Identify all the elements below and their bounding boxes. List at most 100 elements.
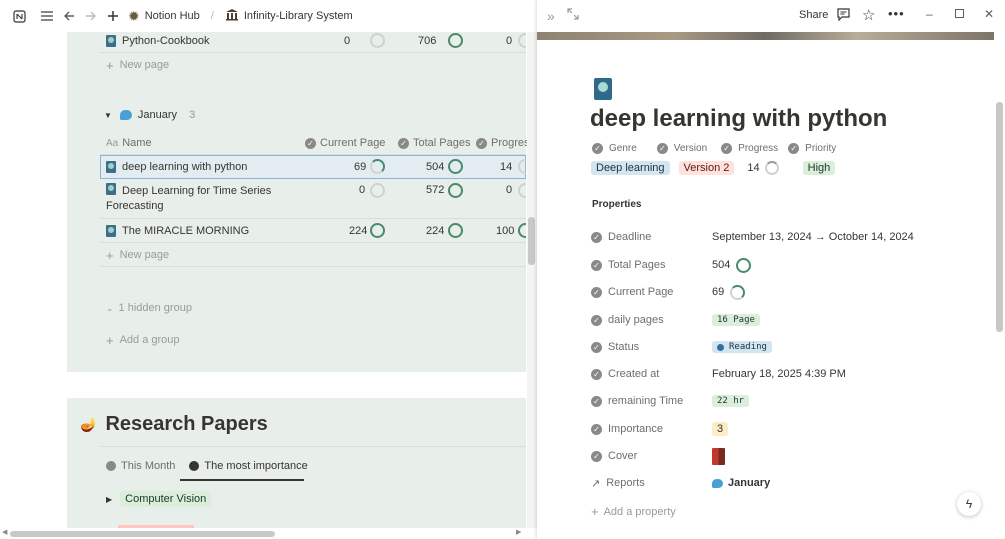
add-group-button[interactable]: + Add a group [100, 332, 526, 348]
column-name[interactable]: Name [122, 137, 151, 149]
table-row[interactable]: Python-Cookbook 0 706 0 [100, 33, 526, 49]
scrollbar-thumb[interactable] [996, 102, 1003, 332]
sidebar-menu-icon[interactable] [36, 5, 58, 27]
vertical-scrollbar[interactable] [527, 32, 537, 528]
new-tab-plus-icon[interactable] [102, 5, 124, 27]
genre-tag[interactable]: Deep learning [591, 161, 670, 175]
row-divider [100, 242, 526, 243]
new-page-label: New page [119, 249, 170, 261]
minimize-window-icon[interactable]: – [926, 7, 933, 21]
forward-arrow-icon[interactable] [80, 5, 102, 27]
scroll-left-arrow-icon[interactable]: ◀ [2, 528, 7, 536]
book-icon [106, 183, 116, 195]
expand-triangle-icon[interactable]: ▶ [106, 495, 112, 504]
property-check-icon: ✓ [788, 143, 800, 154]
section-divider-line [100, 446, 526, 447]
cell-progress: 0 [506, 35, 513, 47]
expand-icon[interactable] [567, 8, 579, 23]
new-page-button[interactable]: + New page [100, 247, 526, 263]
group-header-computer-vision[interactable]: ▶ Computer Vision [106, 491, 212, 507]
column-total-pages[interactable]: Total Pages [413, 137, 470, 149]
row-title[interactable]: Python-Cookbook [122, 35, 209, 47]
restore-window-icon[interactable] [955, 9, 964, 18]
current-page-value[interactable]: 69 [712, 286, 724, 298]
view-tabs: This Month The most importance [106, 460, 308, 472]
progress-value[interactable]: 14 [747, 162, 759, 174]
table-row[interactable]: The MIRACLE MORNING 224 224 100 [100, 223, 526, 239]
group-header-january[interactable]: ▼ January 3 [100, 107, 526, 123]
row-title[interactable]: Deep Learning for Time Series [122, 185, 271, 197]
scrollbar-thumb[interactable] [528, 217, 535, 265]
hidden-group-label: 1 hidden group [118, 302, 192, 314]
importance-value[interactable]: 3 [712, 422, 729, 436]
close-window-icon[interactable]: ✕ [984, 7, 994, 21]
priority-tag[interactable]: High [802, 161, 836, 175]
panel-top-bar: » Share ☆ ••• – ✕ [537, 0, 1005, 32]
comment-icon[interactable] [837, 8, 850, 24]
property-deadline[interactable]: ✓ Deadline September 13, 2024 → October 1… [591, 227, 991, 247]
new-page-button[interactable]: + New page [100, 57, 526, 73]
breadcrumb-separator: / [210, 10, 214, 22]
property-daily-pages[interactable]: ✓ daily pages 16 Page [591, 310, 991, 330]
back-arrow-icon[interactable] [58, 5, 80, 27]
property-current-page[interactable]: ✓ Current Page 69 [591, 282, 991, 302]
daily-pages-value[interactable]: 16 Page [712, 314, 760, 326]
page-title[interactable]: deep learning with python [590, 105, 887, 133]
version-tag[interactable]: Version 2 [678, 161, 735, 175]
help-assistant-icon[interactable]: ϟ [957, 492, 981, 516]
property-remaining-time[interactable]: ✓ remaining Time 22 hr [591, 391, 991, 411]
share-button[interactable]: Share [799, 9, 828, 21]
total-pages-value[interactable]: 504 [712, 259, 730, 271]
cover-image[interactable] [537, 32, 994, 40]
cell-progress: 14 [500, 161, 513, 173]
row-title[interactable]: The MIRACLE MORNING [122, 225, 249, 237]
property-check-icon: ✓ [592, 143, 603, 154]
breadcrumb-page[interactable]: Infinity-Library System [244, 10, 353, 22]
scrollbar-thumb[interactable] [10, 531, 275, 537]
notion-logo-icon[interactable] [8, 5, 30, 27]
more-options-icon[interactable]: ••• [888, 6, 905, 21]
plus-icon: + [106, 247, 114, 263]
table-row[interactable]: Deep Learning for Time Series Forecastin… [100, 183, 526, 215]
star-icon[interactable]: ☆ [862, 6, 875, 24]
tab-most-importance[interactable]: The most importance [204, 460, 307, 472]
status-badge[interactable]: Reading [712, 341, 772, 353]
add-property-button[interactable]: + Add a property [591, 504, 676, 519]
progress-label: Progress [738, 143, 779, 154]
progress-ring-icon [448, 33, 463, 48]
tab-this-month[interactable]: This Month [121, 460, 175, 472]
reports-value[interactable]: January [728, 477, 770, 489]
property-created-at[interactable]: ✓ Created at February 18, 2025 4:39 PM [591, 364, 991, 384]
remaining-time-value[interactable]: 22 hr [712, 395, 750, 407]
research-heading: 🪔 Research Papers [80, 413, 268, 436]
section-title: Research Papers [105, 413, 268, 435]
property-reports[interactable]: ↗ Reports January [591, 473, 991, 493]
add-property-label: Add a property [603, 505, 676, 518]
row-title[interactable]: deep learning with python [122, 161, 247, 173]
property-importance[interactable]: ✓ Importance 3 [591, 419, 991, 439]
cover-thumbnail[interactable] [712, 447, 725, 465]
close-peek-double-chevron-icon[interactable]: » [547, 8, 555, 24]
column-current-page[interactable]: Current Page [320, 137, 385, 149]
hidden-group-toggle[interactable]: ⌄ 1 hidden group [100, 300, 526, 316]
created-at-value[interactable]: February 18, 2025 4:39 PM [712, 368, 846, 380]
table-row[interactable]: deep learning with python 69 504 14 [100, 159, 526, 175]
version-label: Version [673, 143, 708, 154]
scroll-right-arrow-icon[interactable]: ▶ [516, 528, 521, 536]
column-progress[interactable]: Progres [491, 137, 530, 149]
property-check-icon: ✓ [721, 143, 733, 154]
book-page-icon[interactable] [594, 78, 612, 100]
property-check-icon: ✓ [591, 395, 602, 407]
book-icon [106, 161, 116, 173]
collapse-triangle-icon[interactable]: ▼ [104, 111, 112, 120]
panel-vertical-scrollbar[interactable] [994, 40, 1005, 539]
property-total-pages[interactable]: ✓ Total Pages 504 [591, 255, 991, 275]
horizontal-scrollbar[interactable]: ◀ ▶ [0, 528, 537, 539]
property-status[interactable]: ✓ Status Reading [591, 337, 991, 357]
breadcrumb-workspace[interactable]: Notion Hub [145, 10, 200, 22]
deadline-value[interactable]: September 13, 2024 → October 14, 2024 [712, 231, 914, 243]
add-group-label: Add a group [119, 334, 180, 346]
progress-ring-icon [518, 223, 526, 238]
property-cover[interactable]: ✓ Cover [591, 446, 991, 466]
property-check-icon: ✓ [591, 259, 602, 271]
